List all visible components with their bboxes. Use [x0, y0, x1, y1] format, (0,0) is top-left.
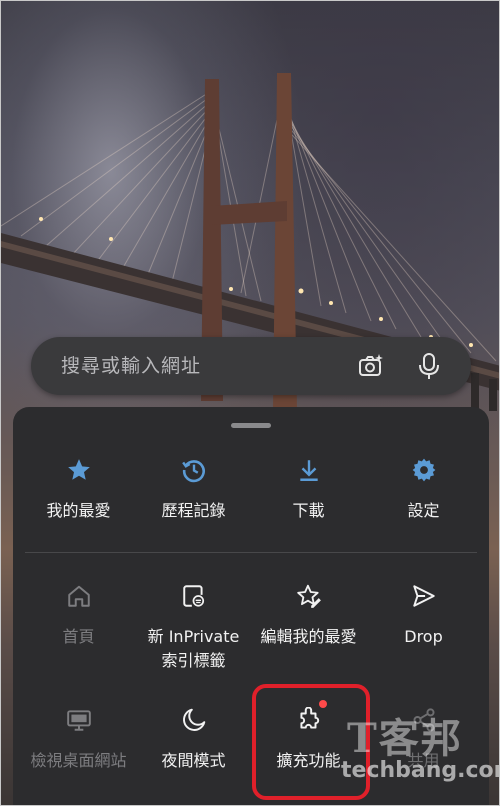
menu-item-new-inprivate-tab[interactable]: 新 InPrivate 索引標籤 — [134, 581, 253, 673]
menu-item-label: Drop — [404, 627, 443, 646]
gear-icon — [409, 455, 439, 485]
menu-item-edit-favorites[interactable]: 編輯我的最愛 — [249, 581, 368, 649]
drag-handle[interactable] — [231, 423, 271, 428]
home-icon — [64, 581, 94, 611]
menu-item-label: 編輯我的最愛 — [260, 627, 357, 646]
inprivate-tab-icon — [179, 581, 209, 611]
divider — [25, 552, 477, 553]
menu-item-night-mode[interactable]: 夜間模式 — [134, 705, 253, 773]
menu-item-label: 設定 — [407, 501, 440, 520]
menu-item-label: 我的最愛 — [46, 501, 111, 520]
menu-item-label: 新 InPrivate 索引標籤 — [147, 627, 240, 670]
menu-item-label: 歷程記錄 — [161, 501, 226, 520]
menu-item-label: 夜間模式 — [161, 751, 226, 770]
menu-item-settings[interactable]: 設定 — [364, 455, 483, 523]
watermark-logo: T客邦 — [347, 715, 463, 762]
menu-item-label: 首頁 — [62, 627, 95, 646]
menu-item-drop[interactable]: Drop — [364, 581, 483, 649]
menu-item-desktop-site[interactable]: 檢視桌面網站 — [19, 705, 138, 773]
menu-item-home[interactable]: 首頁 — [19, 581, 138, 649]
desktop-icon — [64, 705, 94, 735]
watermark: T客邦 techbang.com — [337, 706, 499, 786]
search-input[interactable] — [61, 355, 357, 377]
menu-item-history[interactable]: 歷程記錄 — [134, 455, 253, 523]
watermark-site: techbang.com — [341, 758, 500, 783]
microphone-icon[interactable] — [415, 352, 443, 380]
send-icon — [409, 581, 439, 611]
menu-item-favorites[interactable]: 我的最愛 — [19, 455, 138, 523]
menu-item-downloads[interactable]: 下載 — [249, 455, 368, 523]
menu-item-label: 檢視桌面網站 — [30, 751, 127, 770]
edit-favorites-icon — [294, 581, 324, 611]
search-bar[interactable] — [31, 337, 471, 395]
moon-icon — [179, 705, 209, 735]
menu-item-label: 下載 — [292, 501, 325, 520]
screen: 我的最愛 歷程記錄 下載 — [0, 0, 500, 806]
history-icon — [179, 455, 209, 485]
star-icon — [64, 455, 94, 485]
download-icon — [294, 455, 324, 485]
camera-search-icon[interactable] — [357, 352, 385, 380]
